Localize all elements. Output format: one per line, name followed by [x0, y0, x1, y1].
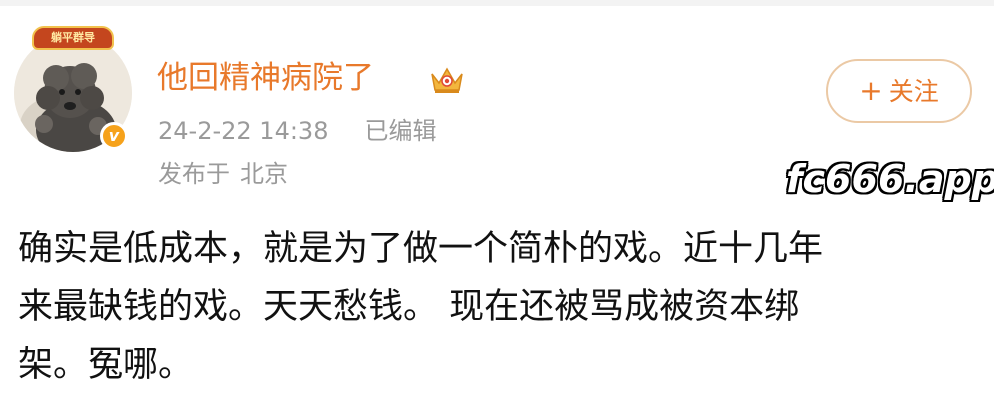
follow-button[interactable]: + 关注: [826, 59, 972, 123]
watermark: fc666.app: [786, 157, 994, 201]
post-location: 发布于 北京: [158, 159, 288, 189]
avatar[interactable]: 躺平群导 v: [14, 26, 132, 154]
avatar-banner: 躺平群导: [32, 26, 114, 50]
top-divider: [0, 0, 994, 6]
plus-icon: +: [859, 74, 883, 107]
post-body-line: 确实是低成本，就是为了做一个简朴的戏。近十几年: [18, 229, 824, 269]
verified-badge-icon: v: [100, 122, 128, 150]
post-body: 确实是低成本，就是为了做一个简朴的戏。近十几年 来最缺钱的戏。天天愁钱。 现在还…: [18, 220, 978, 394]
crown-icon: [431, 67, 463, 93]
edited-label: 已编辑: [364, 117, 437, 145]
location-city: 北京: [240, 160, 288, 188]
post-body-line: 来最缺钱的戏。天天愁钱。 现在还被骂成被资本绑: [18, 287, 800, 327]
username[interactable]: 他回精神病院了: [157, 58, 374, 98]
post-body-line: 架。冤哪。: [18, 345, 194, 385]
location-prefix: 发布于: [158, 160, 230, 188]
follow-label: 关注: [888, 77, 939, 106]
post-timestamp: 24-2-22 14:38: [158, 117, 329, 145]
post-meta: 24-2-22 14:38 已编辑: [158, 116, 436, 146]
